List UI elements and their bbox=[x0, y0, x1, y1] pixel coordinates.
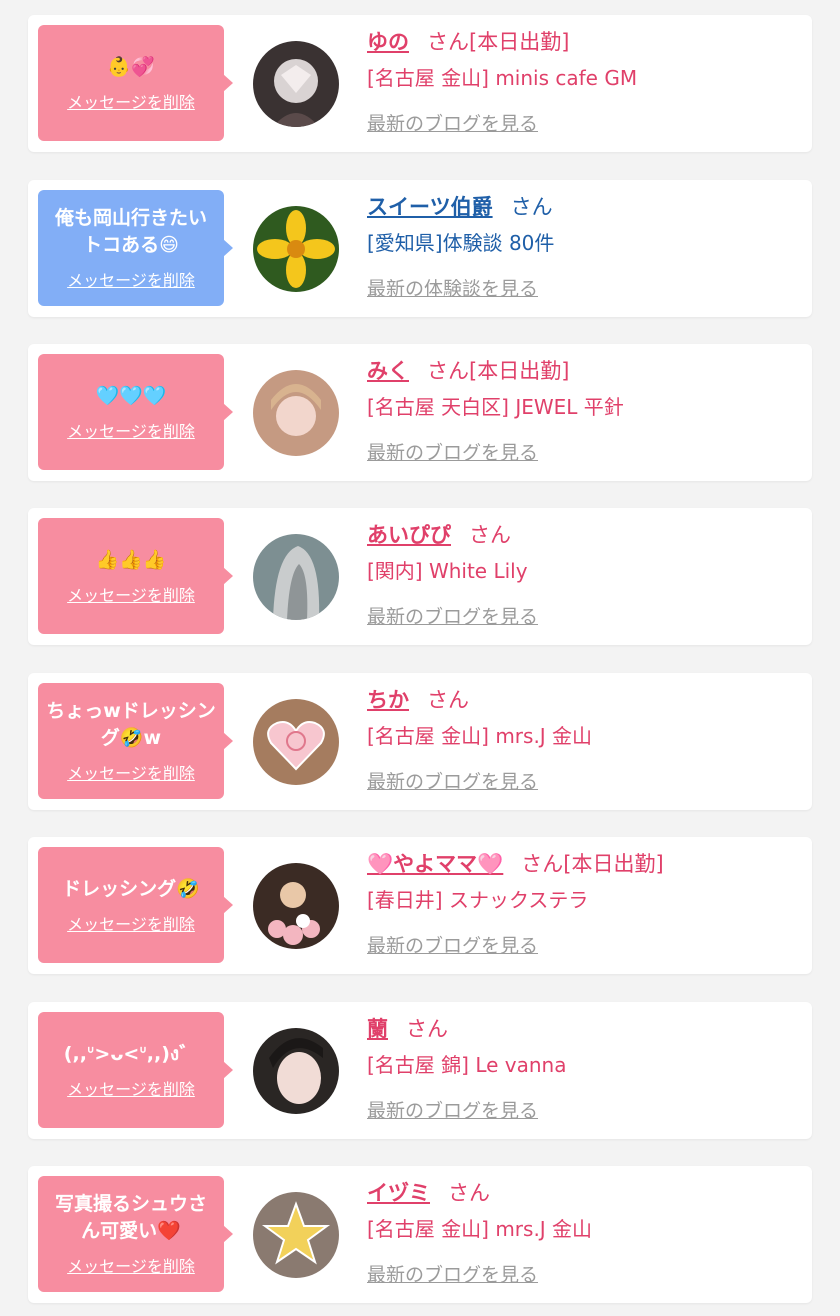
shop-label: [名古屋 金山] mrs.J 金山 bbox=[367, 1217, 593, 1241]
heart-sticker-icon bbox=[253, 699, 339, 785]
area-review-count: [愛知県]体験談 80件 bbox=[367, 231, 555, 255]
list-item: 👍👍👍 メッセージを削除 あいぴぴ さん [関内] White Lily 最新のブ… bbox=[28, 508, 812, 645]
shop-label: [名古屋 錦] Le vanna bbox=[367, 1053, 567, 1077]
latest-blog-link[interactable]: 最新のブログを見る bbox=[367, 109, 802, 136]
latest-blog-link[interactable]: 最新のブログを見る bbox=[367, 931, 802, 958]
message-text: 👶💞 bbox=[107, 55, 155, 78]
message-bubble: 👶💞 メッセージを削除 bbox=[38, 25, 233, 141]
user-suffix: さん bbox=[469, 523, 511, 547]
latest-blog-link[interactable]: 最新のブログを見る bbox=[367, 602, 802, 629]
user-suffix: さん[本日出勤] bbox=[427, 359, 570, 383]
latest-blog-link[interactable]: 最新のブログを見る bbox=[367, 1260, 802, 1287]
shop-label: [名古屋 天白区] JEWEL 平針 bbox=[367, 395, 624, 419]
user-suffix: さん bbox=[406, 1017, 448, 1041]
message-text: ちょっwドレッシング🤣w bbox=[46, 700, 216, 749]
user-name-link[interactable]: イヅミ bbox=[367, 1181, 430, 1205]
list-item: 写真撮るシュウさん可愛い❤️ メッセージを削除 イヅミ さん [名古屋 金山] m… bbox=[28, 1166, 812, 1303]
avatar[interactable] bbox=[253, 534, 339, 620]
avatar[interactable] bbox=[253, 1192, 339, 1278]
delete-message-link[interactable]: メッセージを削除 bbox=[67, 1253, 195, 1277]
user-suffix: さん[本日出勤] bbox=[427, 30, 570, 54]
message-bubble: ちょっwドレッシング🤣w メッセージを削除 bbox=[38, 683, 233, 799]
shop-label: [名古屋 金山] minis cafe GM bbox=[367, 66, 638, 90]
message-text: ドレッシング🤣 bbox=[62, 877, 200, 900]
avatar-photo-icon bbox=[253, 41, 339, 127]
user-name-link[interactable]: ちか bbox=[367, 688, 409, 712]
delete-message-link[interactable]: メッセージを削除 bbox=[67, 760, 195, 784]
list-item: ドレッシング🤣 メッセージを削除 🩷やよママ🩷 さん[本日出勤] [春日井] スナ… bbox=[28, 837, 812, 974]
latest-blog-link[interactable]: 最新のブログを見る bbox=[367, 438, 802, 465]
user-suffix: さん bbox=[510, 195, 553, 219]
message-bubble: 写真撮るシュウさん可愛い❤️ メッセージを削除 bbox=[38, 1176, 233, 1292]
message-bubble: 俺も岡山行きたいトコある😄 メッセージを削除 bbox=[38, 190, 233, 306]
list-item: ちょっwドレッシング🤣w メッセージを削除 ちか さん [名古屋 金山] mrs.… bbox=[28, 673, 812, 810]
user-name-link[interactable]: あいぴぴ bbox=[367, 523, 451, 547]
avatar[interactable] bbox=[253, 699, 339, 785]
message-bubble: ドレッシング🤣 メッセージを削除 bbox=[38, 847, 233, 963]
delete-message-link[interactable]: メッセージを削除 bbox=[67, 89, 195, 113]
user-suffix: さん bbox=[448, 1181, 490, 1205]
latest-review-link[interactable]: 最新の体験談を見る bbox=[367, 274, 802, 301]
user-name-link[interactable]: スイーツ伯爵 bbox=[367, 195, 493, 219]
star-sticker-icon bbox=[253, 1192, 339, 1278]
shop-label: [関内] White Lily bbox=[367, 559, 528, 583]
avatar-photo-icon bbox=[253, 1028, 339, 1114]
list-item: (,,ᐡ>ᴗ<ᐡ,,)ง゛ メッセージを削除 蘭さん [名古屋 錦] Le va… bbox=[28, 1002, 812, 1139]
user-suffix: さん bbox=[427, 688, 469, 712]
list-item: 🩵🩵🩵 メッセージを削除 みく さん[本日出勤] [名古屋 天白区] JEWEL … bbox=[28, 344, 812, 481]
user-name-link[interactable]: 蘭 bbox=[367, 1017, 388, 1041]
bouquet-photo-icon bbox=[253, 863, 339, 949]
delete-message-link[interactable]: メッセージを削除 bbox=[67, 1076, 195, 1100]
latest-blog-link[interactable]: 最新のブログを見る bbox=[367, 1096, 802, 1123]
user-name-link[interactable]: 🩷やよママ🩷 bbox=[367, 852, 503, 876]
message-bubble: 👍👍👍 メッセージを削除 bbox=[38, 518, 233, 634]
delete-message-link[interactable]: メッセージを削除 bbox=[67, 418, 195, 442]
avatar-photo-icon bbox=[253, 370, 339, 456]
user-name-link[interactable]: みく bbox=[367, 359, 409, 383]
message-bubble: (,,ᐡ>ᴗ<ᐡ,,)ง゛ メッセージを削除 bbox=[38, 1012, 233, 1128]
avatar[interactable] bbox=[253, 863, 339, 949]
avatar[interactable] bbox=[253, 206, 339, 292]
message-text: 写真撮るシュウさん可愛い❤️ bbox=[54, 1193, 207, 1242]
message-text: 👍👍👍 bbox=[95, 548, 167, 571]
latest-blog-link[interactable]: 最新のブログを見る bbox=[367, 767, 802, 794]
message-text: (,,ᐡ>ᴗ<ᐡ,,)ง゛ bbox=[63, 1042, 199, 1065]
shop-label: [名古屋 金山] mrs.J 金山 bbox=[367, 724, 593, 748]
delete-message-link[interactable]: メッセージを削除 bbox=[67, 267, 195, 291]
list-item: 俺も岡山行きたいトコある😄 メッセージを削除 スイーツ伯爵 さん [愛知県]体験談… bbox=[28, 180, 812, 317]
avatar[interactable] bbox=[253, 1028, 339, 1114]
delete-message-link[interactable]: メッセージを削除 bbox=[67, 582, 195, 606]
avatar[interactable] bbox=[253, 370, 339, 456]
delete-message-link[interactable]: メッセージを削除 bbox=[67, 911, 195, 935]
message-text: 🩵🩵🩵 bbox=[95, 384, 167, 407]
list-item: 👶💞 メッセージを削除 ゆの さん[本日出勤] [名古屋 金山] minis ca… bbox=[28, 15, 812, 152]
shop-label: [春日井] スナックステラ bbox=[367, 888, 589, 912]
user-suffix: さん[本日出勤] bbox=[521, 852, 664, 876]
avatar[interactable] bbox=[253, 41, 339, 127]
user-name-link[interactable]: ゆの bbox=[367, 30, 409, 54]
message-text: 俺も岡山行きたいトコある😄 bbox=[54, 207, 207, 256]
message-bubble: 🩵🩵🩵 メッセージを削除 bbox=[38, 354, 233, 470]
hair-photo-icon bbox=[253, 534, 339, 620]
message-list: 👶💞 メッセージを削除 ゆの さん[本日出勤] [名古屋 金山] minis ca… bbox=[0, 0, 840, 1316]
flower-icon bbox=[253, 206, 339, 292]
